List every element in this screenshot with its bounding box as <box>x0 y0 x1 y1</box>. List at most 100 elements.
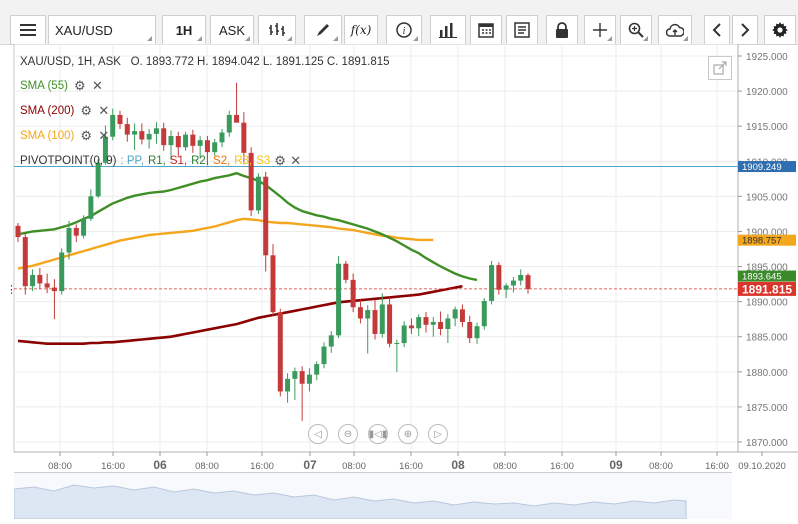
svg-text:i: i <box>403 26 406 37</box>
candle-body <box>161 128 167 146</box>
gear-icon[interactable]: ⚙ <box>74 79 86 92</box>
gear-icon[interactable]: ⚙ <box>80 104 92 117</box>
candle-body <box>503 285 509 290</box>
function-button[interactable]: f(x) <box>344 15 378 45</box>
stats-button[interactable] <box>430 15 466 45</box>
lock-button[interactable] <box>546 15 578 45</box>
candle-body <box>110 114 116 137</box>
candle-body <box>263 176 269 256</box>
candle-body <box>474 326 480 339</box>
price-side-select[interactable]: ASK <box>210 15 254 45</box>
candle-body <box>430 321 436 325</box>
candle-body <box>270 255 276 313</box>
price-tick-label: 1915.000 <box>746 122 788 133</box>
scroll-left-button[interactable]: ◁ <box>308 424 328 444</box>
drag-handle-icon: ⋮ <box>6 284 17 296</box>
candle-body <box>518 274 524 281</box>
price-axis: 1925.0001920.0001915.0001910.0001905.000… <box>737 44 788 452</box>
time-tick-label: 08:00 <box>342 461 366 472</box>
time-tick-label: 08:00 <box>649 461 673 472</box>
timeframe-select[interactable]: 1H <box>162 15 206 45</box>
candle-body <box>343 263 349 280</box>
candle-body <box>44 283 50 288</box>
candle-body <box>314 364 320 375</box>
gear-icon[interactable]: ⚙ <box>80 129 92 142</box>
legend-sma200: SMA (200) ⚙ ✕ <box>20 104 110 117</box>
legend-pivot: PIVOTPOINT(0, 9) : PP, R1, S1, R2, S2, R… <box>20 154 302 167</box>
candle-body <box>66 227 72 253</box>
candle-body <box>95 162 101 197</box>
bar-stats-icon <box>439 23 457 38</box>
candle-body <box>139 131 145 140</box>
price-chart[interactable]: 1925.0001920.0001915.0001910.0001905.000… <box>0 44 798 524</box>
candle-body <box>234 114 240 123</box>
draw-pencil-icon <box>317 24 329 36</box>
candle-body <box>88 196 94 219</box>
candle-body <box>59 252 65 292</box>
sma100-label: SMA (100) <box>20 130 75 142</box>
plot-area <box>13 44 739 453</box>
close-icon[interactable]: ✕ <box>290 154 302 167</box>
draw-button[interactable] <box>304 15 342 45</box>
time-tick-label: 06 <box>153 458 167 472</box>
ohlc-text: XAU/USD, 1H, ASK O. 1893.772 H. 1894.042… <box>20 56 390 68</box>
reset-view-button[interactable]: ▮◁▮ <box>368 424 388 444</box>
time-tick-label: 08:00 <box>48 461 72 472</box>
close-icon[interactable]: ✕ <box>92 79 104 92</box>
candle-body <box>30 274 36 287</box>
gear-icon[interactable]: ⚙ <box>274 154 286 167</box>
close-icon[interactable]: ✕ <box>98 129 110 142</box>
candle-body <box>387 304 393 344</box>
candle-body <box>416 317 422 329</box>
candle-body <box>132 131 138 135</box>
candle-body <box>496 265 502 290</box>
back-button[interactable] <box>704 15 730 45</box>
close-icon[interactable]: ✕ <box>98 104 110 117</box>
info-button[interactable]: i <box>386 15 422 45</box>
chart-type-button[interactable] <box>258 15 296 45</box>
cloud-button[interactable] <box>658 15 692 45</box>
candle-body <box>394 343 400 345</box>
candle-body <box>183 134 189 148</box>
candle-body <box>81 218 87 236</box>
zoom-in-button[interactable]: ⊕ <box>398 424 418 444</box>
crosshair-button[interactable] <box>584 15 616 45</box>
time-tick-label: 07 <box>303 458 317 472</box>
time-tick-label: 16:00 <box>399 461 423 472</box>
settings-button[interactable] <box>764 15 796 45</box>
candle-body <box>117 114 123 125</box>
time-axis: 08:00 16:00 06 08:00 16:00 07 08:00 16:00 08 08:0… <box>14 451 798 472</box>
chart-grid <box>13 44 739 453</box>
forward-button[interactable] <box>732 15 758 45</box>
zoom-button[interactable] <box>620 15 652 45</box>
pivot-r1: R1, <box>147 155 166 167</box>
candle-body <box>255 176 261 211</box>
menu-button[interactable] <box>10 15 46 45</box>
candle-body <box>226 114 232 133</box>
candle-body <box>328 335 334 347</box>
price-tick-label: 1870.000 <box>746 438 788 449</box>
expand-button[interactable] <box>708 56 732 80</box>
candle-body <box>481 300 487 327</box>
scroll-right-button[interactable]: ▷ <box>428 424 448 444</box>
timeframe-value: 1H <box>175 22 193 38</box>
candle-body <box>306 374 312 384</box>
candle-body <box>423 317 429 325</box>
price-tick-label: 1925.000 <box>746 52 788 63</box>
sma55-label: SMA (55) <box>20 80 68 92</box>
candle-body <box>51 287 57 292</box>
menu-icon <box>20 24 36 36</box>
price-tick-label: 1920.000 <box>746 87 788 98</box>
time-tick-label: 16:00 <box>550 461 574 472</box>
zoom-out-button[interactable]: ⊖ <box>338 424 358 444</box>
sma200-label: SMA (200) <box>20 105 75 117</box>
candle-body <box>15 225 21 238</box>
chevron-left-icon: ◁ <box>314 428 322 440</box>
time-tick-label: 16:00 <box>101 461 125 472</box>
time-tick-label: 09.10.2020 <box>738 461 786 472</box>
cloud-upload-icon <box>666 23 684 37</box>
navigator-panel[interactable] <box>13 472 732 520</box>
calendar-button[interactable] <box>470 15 502 45</box>
news-button[interactable] <box>506 15 538 45</box>
symbol-select[interactable]: XAU/USD <box>48 15 156 45</box>
